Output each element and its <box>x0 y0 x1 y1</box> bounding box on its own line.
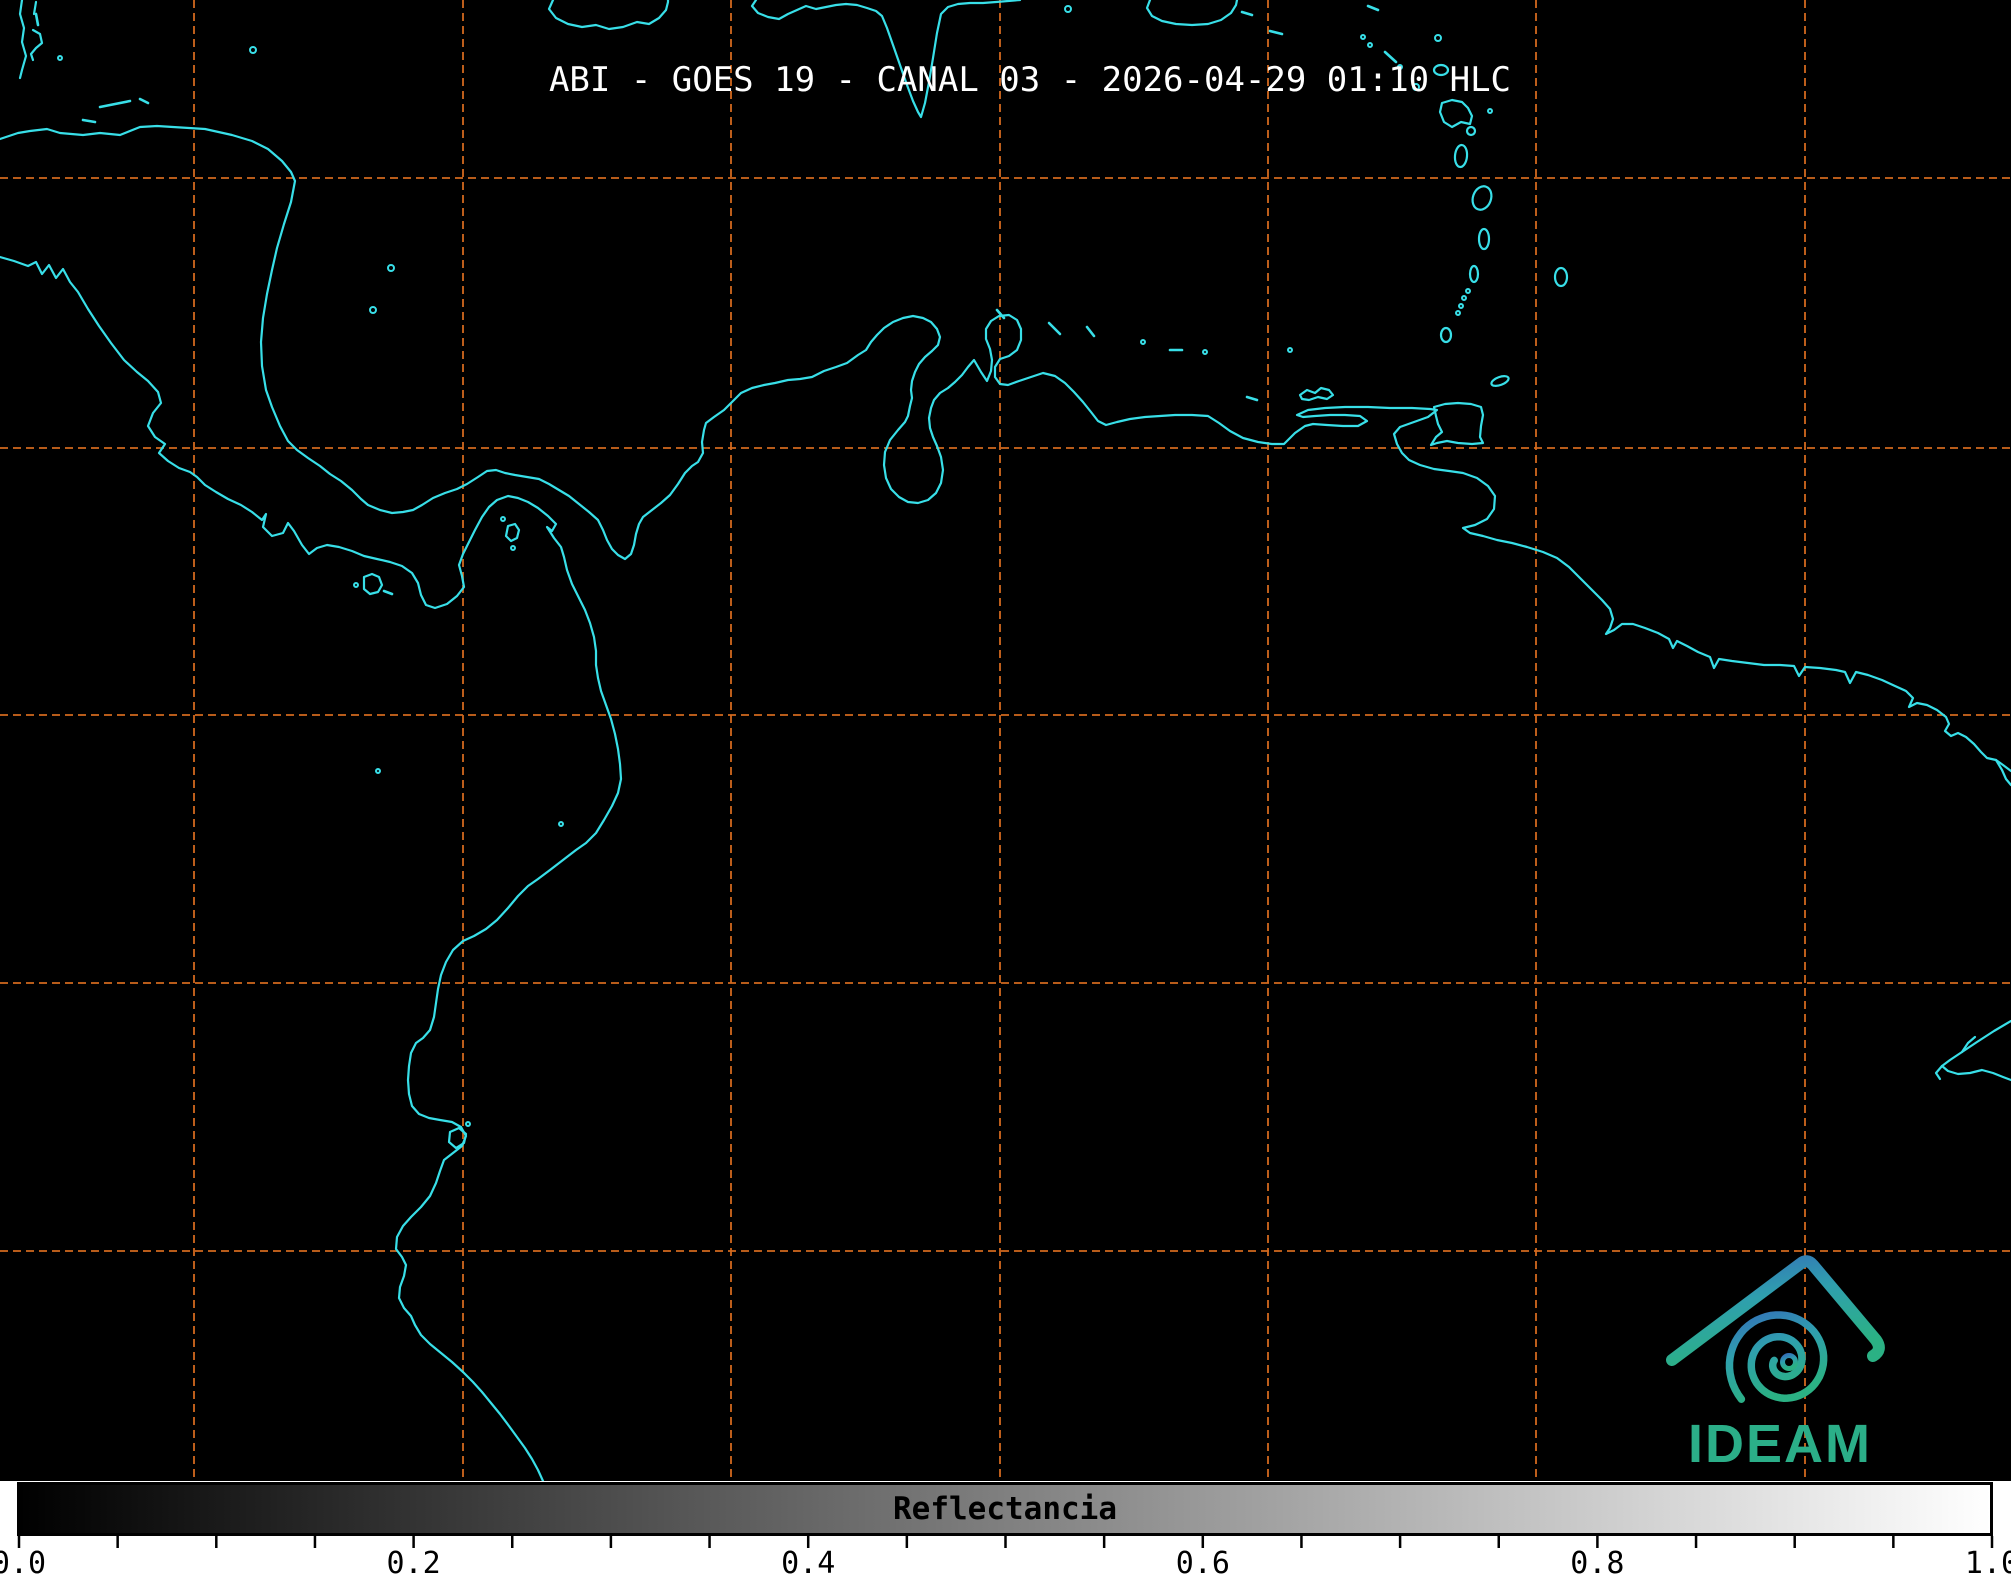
islet <box>1466 289 1470 293</box>
ideam-mountain-icon <box>1672 1261 1879 1360</box>
island <box>1469 184 1494 213</box>
islet <box>511 546 515 550</box>
islet <box>1141 340 1145 344</box>
coastline <box>1942 1021 2011 1080</box>
satellite-image-page: ABI - GOES 19 - CANAL 03 - 2026-04-29 01… <box>0 0 2011 1577</box>
coastlines <box>0 0 2011 1481</box>
ideam-spiral-icon <box>1730 1315 1824 1399</box>
island <box>384 591 392 594</box>
coastline <box>549 0 668 29</box>
coastline <box>1440 100 1472 127</box>
islet <box>559 822 563 826</box>
colorbar-tick-label: 0.4 <box>781 1546 835 1577</box>
island <box>140 99 148 103</box>
coastline <box>34 2 36 14</box>
coastline <box>1996 760 2011 785</box>
island <box>1368 6 1378 10</box>
island <box>1467 127 1475 135</box>
islet <box>466 1122 470 1126</box>
islet <box>370 307 376 313</box>
island <box>83 120 95 122</box>
islet <box>1361 35 1365 39</box>
colorbar: 0.0 0.2 0.4 0.6 0.8 1.0 Reflectancia <box>0 1481 2011 1577</box>
island <box>36 14 38 25</box>
islet <box>376 769 380 773</box>
satellite-map: ABI - GOES 19 - CANAL 03 - 2026-04-29 01… <box>0 0 2011 1481</box>
islet <box>1459 304 1463 308</box>
island <box>1555 268 1567 286</box>
island <box>1087 327 1094 336</box>
islet <box>1456 311 1460 315</box>
islet <box>354 583 358 587</box>
islet <box>1462 296 1466 300</box>
island <box>1049 323 1060 334</box>
colorbar-tick-label: 0.6 <box>1176 1546 1230 1577</box>
coastline <box>1936 1066 1942 1079</box>
islet <box>1065 6 1071 12</box>
colorbar-tick-label: 0.8 <box>1570 1546 1624 1577</box>
islet <box>1203 350 1207 354</box>
ideam-spiral-eye <box>1783 1356 1796 1369</box>
coastline <box>0 257 621 1481</box>
coastline <box>364 574 382 594</box>
islet <box>501 517 505 521</box>
islet <box>1435 35 1441 41</box>
colorbar-ticks <box>19 1536 1992 1548</box>
island <box>100 101 130 107</box>
colorbar-label: Reflectancia <box>893 1491 1117 1527</box>
coastline <box>20 0 26 78</box>
colorbar-tick-label: 0.0 <box>0 1546 46 1577</box>
coastline <box>1300 388 1333 400</box>
island <box>1490 374 1510 388</box>
island <box>1270 31 1282 34</box>
island <box>1454 145 1468 168</box>
island <box>1247 397 1257 400</box>
ideam-logo-text: IDEAM <box>1688 1414 1872 1474</box>
coastline <box>506 524 519 541</box>
colorbar-tick-label: 1.0 <box>1965 1546 2011 1577</box>
islet <box>1288 348 1292 352</box>
ideam-logo: IDEAM <box>1672 1261 1879 1474</box>
island <box>1242 12 1252 15</box>
islet <box>1488 109 1492 113</box>
island <box>1479 229 1489 249</box>
island <box>1470 266 1478 282</box>
island <box>1441 328 1451 342</box>
islet <box>250 47 256 53</box>
coastline <box>31 30 42 60</box>
islet <box>388 265 394 271</box>
coastline <box>1147 0 1237 25</box>
image-title: ABI - GOES 19 - CANAL 03 - 2026-04-29 01… <box>549 60 1511 100</box>
colorbar-tick-label: 0.2 <box>387 1546 441 1577</box>
graticule-grid <box>0 0 2011 1481</box>
islet <box>1368 43 1372 47</box>
coastline <box>1431 403 1483 445</box>
islet <box>58 56 62 60</box>
map-canvas: ABI - GOES 19 - CANAL 03 - 2026-04-29 01… <box>0 0 2011 1481</box>
